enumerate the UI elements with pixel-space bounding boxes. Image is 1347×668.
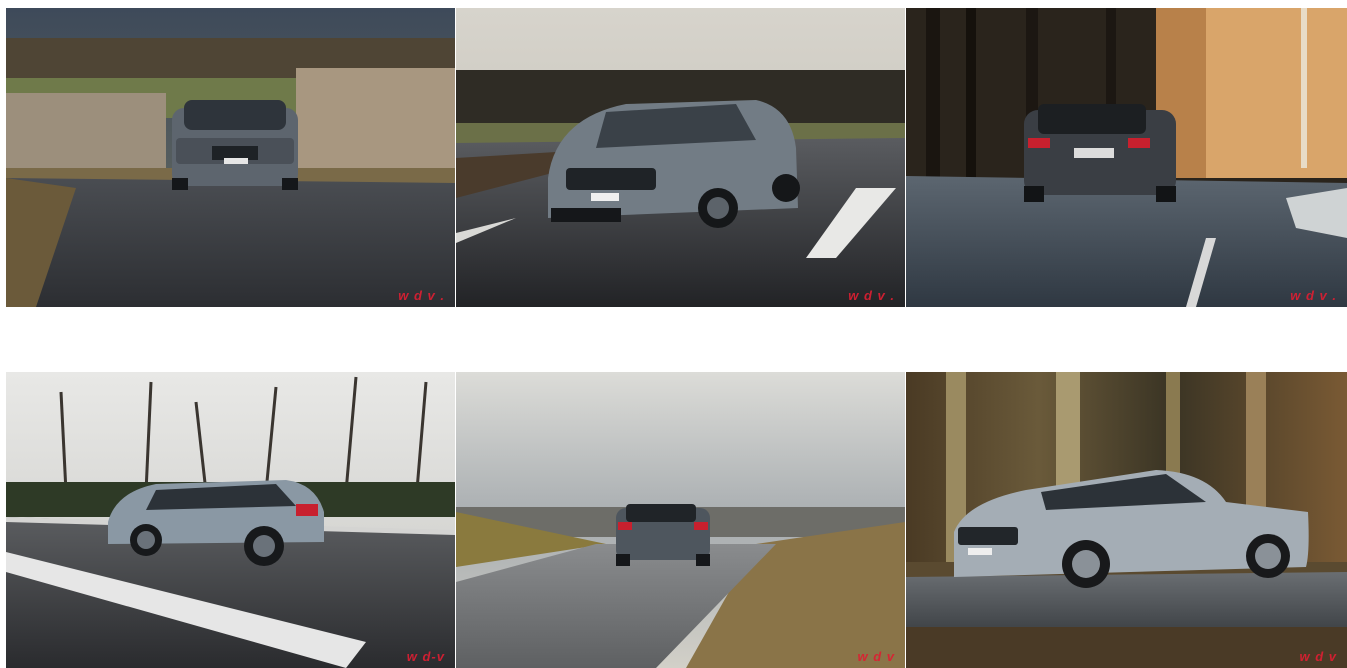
car-photo-panning-image [906,372,1347,668]
car-photo-front-road-image [6,8,455,307]
watermark-logo: w d-v [406,649,445,664]
watermark-logo: w d v . [848,288,895,303]
car-photo-panning[interactable]: w d v [906,372,1347,668]
car-photo-rear-forest[interactable]: w d v . [906,8,1347,307]
car-photo-rear-forest-image [906,8,1347,307]
watermark-logo: w d v . [1290,288,1337,303]
watermark-logo: w d v [857,649,895,664]
car-photo-rear-country[interactable]: w d v [456,372,905,668]
watermark-logo: w d v [1299,649,1337,664]
car-photo-front-driving-image [456,8,905,307]
car-photo-side-trees[interactable]: w d-v [6,372,455,668]
photo-gallery: w d v . w d v . w d v . w d-v w d v w d … [0,0,1347,668]
car-photo-rear-country-image [456,372,905,668]
car-photo-front-road[interactable]: w d v . [6,8,455,307]
watermark-logo: w d v . [398,288,445,303]
car-photo-side-trees-image [6,372,455,668]
car-photo-front-driving[interactable]: w d v . [456,8,905,307]
